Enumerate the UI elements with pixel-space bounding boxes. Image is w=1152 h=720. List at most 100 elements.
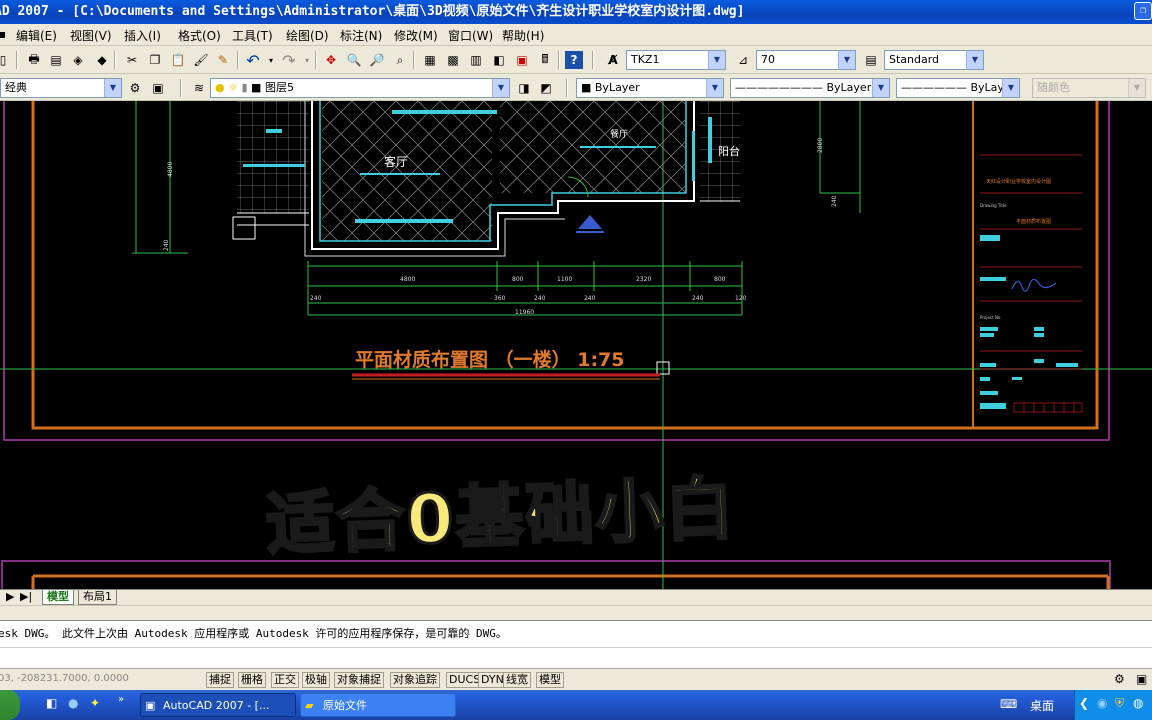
block-editor-icon[interactable]: ✎ [214,51,232,69]
model-toggle[interactable]: 模型 [536,672,564,688]
layer-manager-icon[interactable]: ≋ [190,79,208,97]
polar-toggle[interactable]: 极轴 [302,672,330,688]
snap-toggle[interactable]: 捕捉 [206,672,234,688]
menu-dimension[interactable]: 标注(N) [340,27,382,44]
print-icon[interactable]: 🖶 [25,51,43,69]
clean-screen-icon[interactable]: ▣ [1136,672,1147,686]
undo-icon[interactable]: ↶ [244,51,262,70]
tray-security-icon[interactable]: ⛨ [1115,696,1124,711]
text-style-select[interactable]: TKZ1 ▼ [626,50,726,70]
3d-publish-icon[interactable]: ◆ [93,51,111,69]
table-style-select[interactable]: Standard ▼ [884,50,984,70]
tab-layout1[interactable]: 布局1 [78,590,117,605]
drawing-canvas[interactable]: 4800 800 1100 2320 800 240 360 240 240 2… [0,101,1152,589]
plot-style-select: 随颜色 ▼ [1032,78,1146,98]
restore-button[interactable]: ❐ [1134,2,1152,20]
toolbar-separator [413,51,415,69]
layer-select[interactable]: ● ☼ ▮ ■ 图层5 ▼ [210,78,510,98]
keyboard-icon[interactable]: ⌨ [1000,697,1017,711]
quicklaunch-expand-icon[interactable]: » [118,694,124,705]
print-preview-icon[interactable]: ▤ [47,51,65,69]
dimension-style-select[interactable]: 70 ▼ [756,50,856,70]
toolbar-separator [114,51,116,69]
windows-taskbar: ◧ ● ✦ » ▣ AutoCAD 2007 - [... ▰ 原始文件 ⌨ 桌… [0,690,1152,720]
color-select[interactable]: ■ ByLayer ▼ [576,78,724,98]
osnap-toggle[interactable]: 对象捕捉 [334,672,384,688]
dimension-text: 1100 [557,276,572,283]
zoom-window-icon[interactable]: 🔎 [368,51,386,69]
menu-tools[interactable]: 工具(T) [232,27,273,44]
tab-model[interactable]: 模型 [42,590,74,605]
redo-dropdown-icon[interactable]: ▾ [298,51,316,69]
dimension-text: 360 [494,295,506,302]
dimension-text: 120 [735,295,747,302]
sun-icon: ☼ [228,81,238,94]
chevron-down-icon: ▼ [838,51,855,69]
dimension-text: 2800 [817,138,824,153]
redo-icon[interactable]: ↷ [280,51,298,70]
tray-settings-icon[interactable]: ⚙ [1114,672,1125,686]
menu-bar: ▪ 编辑(E) 视图(V) 插入(I) 格式(O) 工具(T) 绘图(D) 标注… [0,24,1152,46]
task-autocad[interactable]: ▣ AutoCAD 2007 - [... [140,693,296,717]
calculator-icon[interactable]: 🖩 [536,51,554,69]
menu-edit[interactable]: 编辑(E) [16,27,57,44]
menu-modify[interactable]: 修改(M) [394,27,438,44]
tray-expand-icon[interactable]: ❮ [1079,696,1089,710]
menu-insert[interactable]: 插入(I) [124,27,161,44]
linetype-select[interactable]: ———————— ByLayer ▼ [730,78,890,98]
toolbar-separator [16,51,18,69]
match-properties-icon[interactable]: 🖌 [192,51,210,69]
help-icon[interactable]: ? [565,51,583,69]
zoom-previous-icon[interactable]: ⌕ [391,51,409,69]
properties-icon[interactable]: ▦ [421,51,439,69]
pan-realtime-icon[interactable]: ✥ [322,51,340,69]
command-line[interactable]: esk DWG。 此文件上次由 Autodesk 应用程序或 Autodesk … [0,620,1152,668]
paste-icon[interactable]: 📋 [169,51,187,69]
tab-nav-last-icon[interactable]: ▶| [16,590,36,605]
markup-icon[interactable]: ▣ [513,51,531,69]
table-style-icon[interactable]: ▤ [862,51,880,69]
task-folder[interactable]: ▰ 原始文件 [300,693,456,717]
folder-icon: ▰ [305,699,314,712]
grid-toggle[interactable]: 栅格 [238,672,266,688]
new-icon[interactable]: ▯ [0,51,12,69]
lineweight-select[interactable]: —————— ByLayer ▼ [896,78,1020,98]
make-object-layer-current-icon[interactable]: ◨ [515,79,533,97]
tray-volume-icon[interactable]: ◍ [1133,696,1143,710]
start-button[interactable] [0,690,20,720]
layer-previous-icon[interactable]: ◩ [537,79,555,97]
quicklaunch-desktop-icon[interactable]: ◧ [46,696,57,710]
menu-format[interactable]: 格式(O) [178,27,221,44]
undo-dropdown-icon[interactable]: ▾ [262,51,280,69]
workspace-lock-icon[interactable]: ▣ [149,79,167,97]
lightbulb-icon: ● [215,81,225,94]
text-style-icon[interactable]: A̸ [604,51,622,69]
lineweight-toggle[interactable]: 线宽 [503,672,531,688]
titleblock-project-no-label: Project No [980,315,1001,320]
design-center-icon[interactable]: ▩ [444,51,462,69]
dimension-text: 4800 [400,276,415,283]
chevron-down-icon: ▼ [708,51,725,69]
menu-draw[interactable]: 绘图(D) [286,27,329,44]
quicklaunch-browser-icon[interactable]: ● [68,696,78,710]
quicklaunch-qq-icon[interactable]: ✦ [90,696,100,710]
workspace-select[interactable]: 经典 ▼ [0,78,122,98]
sheet-set-icon[interactable]: ◧ [490,51,508,69]
horizontal-scrollbar[interactable] [0,605,1152,621]
otrack-toggle[interactable]: 对象追踪 [390,672,440,688]
menu-window[interactable]: 窗口(W) [448,27,493,44]
publish-icon[interactable]: ◈ [69,51,87,69]
ortho-toggle[interactable]: 正交 [271,672,299,688]
copy-icon[interactable]: ❐ [146,51,164,69]
menu-view[interactable]: 视图(V) [70,27,112,44]
chevron-down-icon: ▼ [104,79,121,97]
tool-palettes-icon[interactable]: ▥ [467,51,485,69]
menu-help[interactable]: 帮助(H) [502,27,544,44]
dimension-style-icon[interactable]: ⊿ [734,51,752,69]
color-swatch-icon: ■ [581,81,595,94]
coordinates-readout: 03, -208231.7000, 0.0000 [0,673,129,684]
tray-network-icon[interactable]: ◉ [1097,696,1107,710]
workspace-settings-icon[interactable]: ⚙ [126,79,144,97]
cut-icon[interactable]: ✂ [123,51,141,69]
zoom-realtime-icon[interactable]: 🔍 [345,51,363,69]
